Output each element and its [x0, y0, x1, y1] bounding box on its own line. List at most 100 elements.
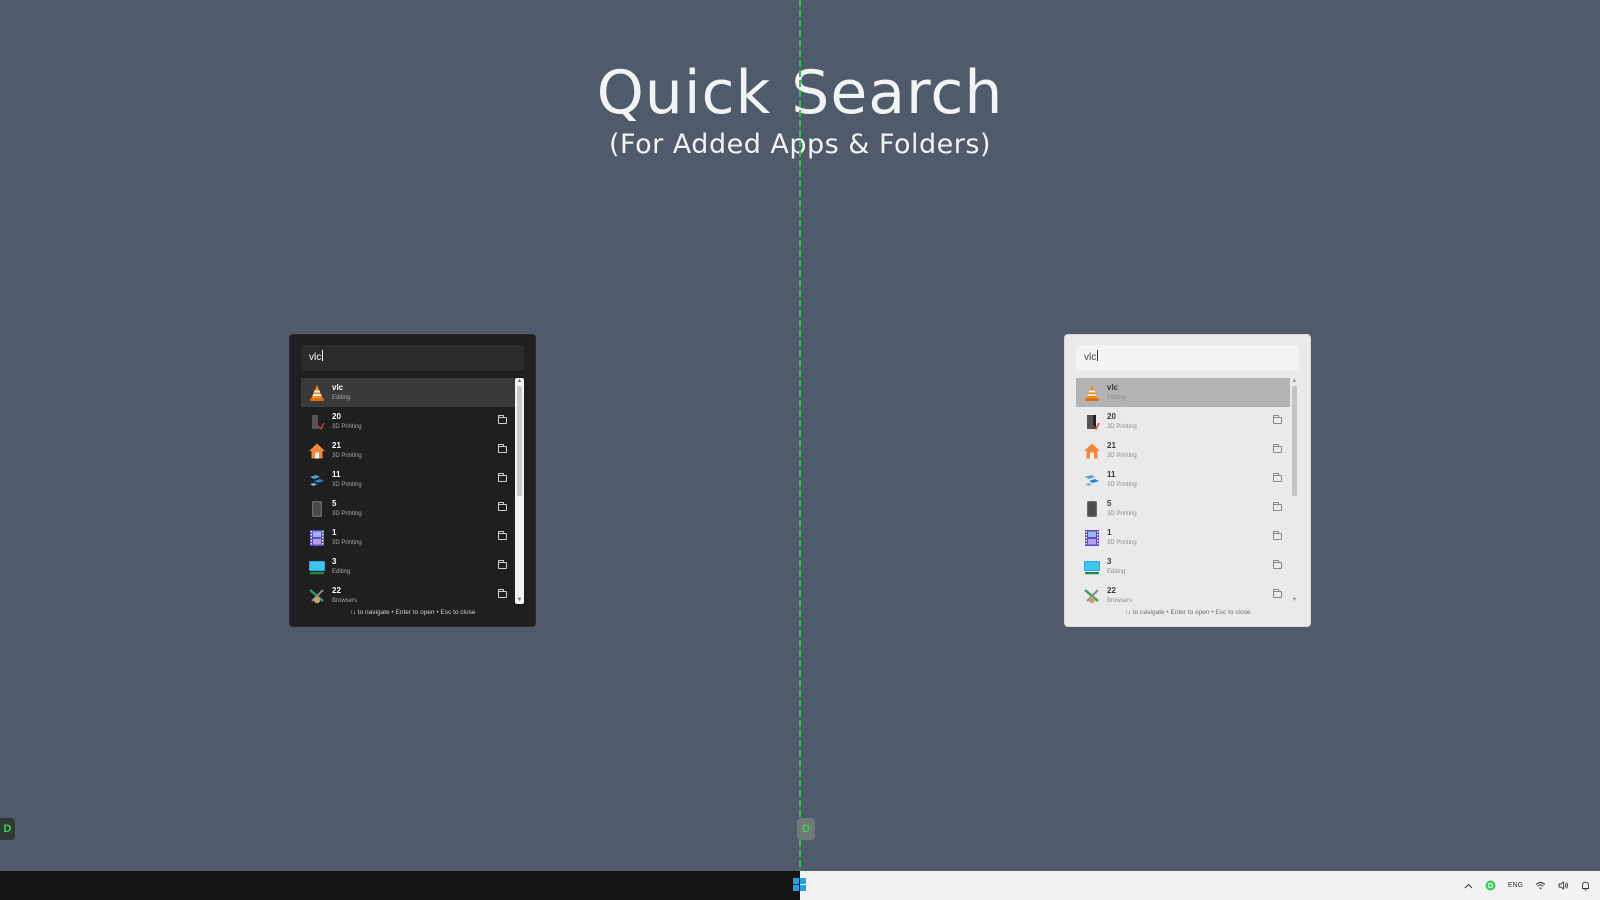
result-item[interactable]: 11 3D Printing — [1076, 465, 1290, 494]
result-category: Editing — [332, 568, 351, 575]
volume-icon[interactable] — [1558, 881, 1569, 890]
scroll-down-icon[interactable]: ▼ — [1290, 597, 1299, 604]
tools-icon — [1083, 587, 1101, 605]
windows-start-icon[interactable] — [793, 878, 807, 892]
house-icon — [1083, 442, 1101, 460]
result-name: 3 — [332, 556, 337, 566]
open-folder-icon[interactable] — [498, 415, 507, 424]
result-name: 1 — [1107, 527, 1112, 537]
result-text: 3 Editing — [1107, 557, 1125, 577]
result-category: 3D Printing — [1107, 539, 1137, 546]
result-category: 3D Printing — [1107, 481, 1137, 488]
result-item[interactable]: 5 3D Printing — [301, 494, 515, 523]
scrollbar[interactable]: ▲ ▼ — [1290, 378, 1299, 604]
search-input[interactable]: vlc — [1076, 345, 1299, 371]
system-tray: D ENG — [1464, 871, 1590, 900]
open-folder-icon[interactable] — [1273, 444, 1282, 453]
film-icon — [1083, 529, 1101, 547]
result-name: 21 — [1107, 440, 1116, 450]
results-list-container: vlc Editing 20 3D Printing 21 3D Printing 11 3D… — [1076, 378, 1299, 604]
result-item[interactable]: vlc Editing — [301, 378, 515, 407]
result-name: 5 — [332, 498, 337, 508]
phone-icon — [1083, 500, 1101, 518]
taskbar-dark — [0, 871, 800, 900]
result-text: 11 3D Printing — [1107, 470, 1137, 490]
vlc-cone-icon — [1083, 384, 1101, 402]
result-name: 21 — [332, 440, 341, 450]
result-name: 11 — [1107, 469, 1116, 479]
result-name: 11 — [332, 469, 341, 479]
scroll-thumb[interactable] — [1292, 386, 1297, 496]
result-item[interactable]: 22 Browsers — [1076, 581, 1290, 604]
result-text: 1 3D Printing — [332, 528, 362, 548]
result-item[interactable]: vlc Editing — [1076, 378, 1290, 407]
language-indicator[interactable]: ENG — [1508, 882, 1523, 889]
blocks-icon — [1083, 471, 1101, 489]
result-category: Browsers — [332, 597, 358, 604]
scroll-thumb[interactable] — [517, 386, 522, 496]
result-text: 5 3D Printing — [1107, 499, 1137, 519]
open-folder-icon[interactable] — [498, 589, 507, 598]
result-text: 20 3D Printing — [332, 412, 362, 432]
open-folder-icon[interactable] — [498, 444, 507, 453]
open-folder-icon[interactable] — [498, 502, 507, 511]
scroll-up-icon[interactable]: ▲ — [515, 378, 524, 385]
edge-app-badge-icon[interactable]: D — [0, 818, 15, 840]
app-tray-icon[interactable]: D — [1485, 880, 1496, 891]
vlc-cone-icon — [308, 384, 326, 402]
result-text: 22 Browsers — [332, 586, 357, 605]
results-list: vlc Editing 20 3D Printing 21 3D Printing 11 3D… — [1076, 378, 1290, 604]
text-caret — [322, 350, 324, 361]
open-folder-icon[interactable] — [498, 560, 507, 569]
result-item[interactable]: 3 Editing — [301, 552, 515, 581]
result-name: vlc — [332, 382, 344, 392]
open-folder-icon[interactable] — [1273, 415, 1282, 424]
wifi-icon[interactable] — [1535, 881, 1546, 890]
result-name: 22 — [332, 585, 341, 595]
open-folder-icon[interactable] — [1273, 560, 1282, 569]
result-name: vlc — [1107, 382, 1119, 392]
result-text: 22 Browsers — [1107, 586, 1132, 605]
result-text: 5 3D Printing — [332, 499, 362, 519]
chevron-up-icon[interactable] — [1464, 883, 1473, 889]
search-input-value: vlc — [309, 352, 322, 363]
scroll-up-icon[interactable]: ▲ — [1290, 378, 1299, 385]
quick-search-panel-dark: vlc vlc Editing 20 3D Printing 21 3D Printing… — [289, 334, 536, 627]
result-item[interactable]: 1 3D Printing — [301, 523, 515, 552]
keyboard-hint: ↑↓ to navigate • Enter to open • Esc to … — [1124, 609, 1251, 616]
result-item[interactable]: 5 3D Printing — [1076, 494, 1290, 523]
open-folder-icon[interactable] — [1273, 473, 1282, 482]
result-item[interactable]: 21 3D Printing — [1076, 436, 1290, 465]
result-item[interactable]: 20 3D Printing — [301, 407, 515, 436]
result-text: 11 3D Printing — [332, 470, 362, 490]
search-input[interactable]: vlc — [301, 345, 524, 371]
svg-text:D: D — [1488, 883, 1493, 890]
result-name: 20 — [332, 411, 341, 421]
bell-icon[interactable] — [1581, 881, 1590, 891]
scrollbar[interactable]: ▲ ▼ — [515, 378, 524, 604]
center-app-badge-icon[interactable]: D — [797, 818, 815, 840]
result-item[interactable]: 22 Browsers — [301, 581, 515, 604]
result-category: Editing — [1107, 394, 1126, 401]
result-category: Editing — [1107, 568, 1126, 575]
film-icon — [308, 529, 326, 547]
result-item[interactable]: 20 3D Printing — [1076, 407, 1290, 436]
scroll-down-icon[interactable]: ▼ — [515, 597, 524, 604]
open-folder-icon[interactable] — [498, 531, 507, 540]
search-input-value: vlc — [1084, 352, 1097, 363]
result-item[interactable]: 21 3D Printing — [301, 436, 515, 465]
result-name: 5 — [1107, 498, 1112, 508]
result-category: 3D Printing — [1107, 452, 1137, 459]
result-item[interactable]: 3 Editing — [1076, 552, 1290, 581]
tower-icon — [308, 413, 326, 431]
result-name: 20 — [1107, 411, 1116, 421]
open-folder-icon[interactable] — [1273, 589, 1282, 598]
result-text: vlc Editing — [1107, 383, 1125, 403]
result-name: 3 — [1107, 556, 1112, 566]
open-folder-icon[interactable] — [1273, 502, 1282, 511]
result-item[interactable]: 11 3D Printing — [301, 465, 515, 494]
open-folder-icon[interactable] — [498, 473, 507, 482]
result-category: Browsers — [1107, 597, 1133, 604]
result-item[interactable]: 1 3D Printing — [1076, 523, 1290, 552]
open-folder-icon[interactable] — [1273, 531, 1282, 540]
